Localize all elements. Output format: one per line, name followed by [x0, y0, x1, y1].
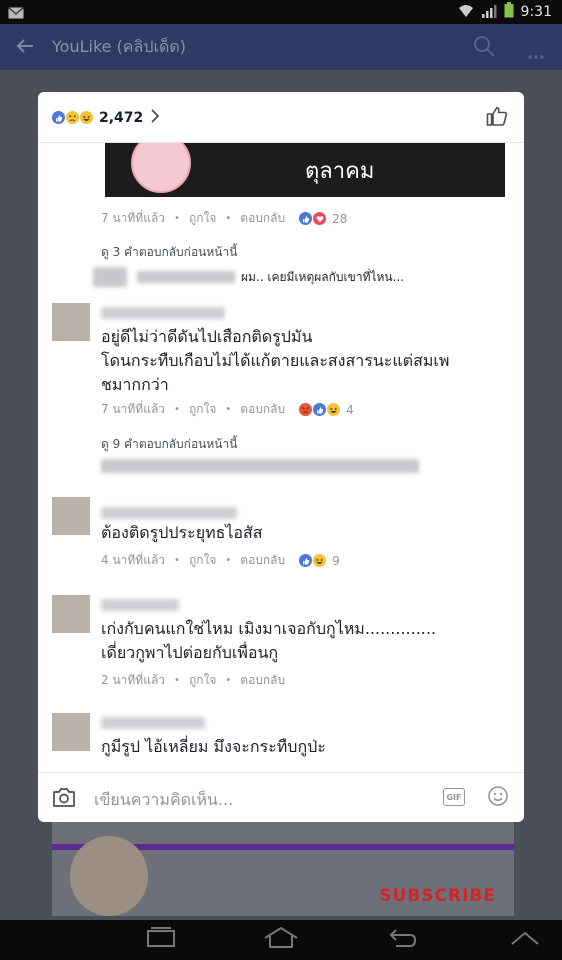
avatar[interactable]: [52, 713, 90, 751]
reply-avatar: [93, 267, 127, 287]
dialog-header: 2,472: [38, 92, 524, 143]
view-previous-replies[interactable]: ดู 3 คำตอบกลับก่อนหน้านี้: [101, 243, 237, 262]
wifi-icon: [458, 3, 474, 22]
comment-meta: 7 นาทีที่แล้ว • ถูกใจ • ตอบกลับ 28: [101, 209, 347, 228]
comment-meta: 2 นาทีที่แล้ว • ถูกใจ • ตอบกลับ: [101, 671, 285, 690]
like-icon: [313, 403, 327, 416]
heart-icon: [313, 212, 327, 225]
comment-time: 7 นาทีที่แล้ว: [101, 402, 166, 416]
like-button[interactable]: [486, 106, 508, 130]
comment-line: เดี่ยวกูพาไปต่อยกับเพื่อนกู: [101, 643, 279, 662]
comment-time: 2 นาทีที่แล้ว: [101, 673, 166, 687]
home-icon[interactable]: [262, 926, 300, 954]
comment-reaction-count: 4: [346, 402, 354, 417]
like-icon: [52, 111, 65, 124]
comment-line: ชมากกว่า: [101, 375, 169, 394]
comment-list: ตุลาคม 7 นาทีที่แล้ว • ถูกใจ • ตอบกลับ 2…: [38, 143, 524, 771]
emoji-icon[interactable]: [487, 785, 509, 811]
page-title: YouLike (คลิปเด็ด): [52, 37, 186, 56]
background-video: SUBSCRIBE: [52, 820, 514, 916]
comment-line: อยู่ดีไม่ว่าดีดันไปเสือกติดรูปมัน: [101, 327, 313, 346]
navigation-bar: [0, 920, 562, 960]
reply-preview[interactable]: [101, 459, 419, 473]
comment-reply-link[interactable]: ตอบกลับ: [240, 671, 285, 690]
haha-icon: [313, 554, 327, 567]
chevron-up-icon[interactable]: [510, 930, 540, 950]
comment-author[interactable]: [101, 307, 225, 319]
comment-meta: 7 นาทีที่แล้ว • ถูกใจ • ตอบกลับ 4: [101, 400, 354, 419]
sticker-caption: ตุลาคม: [305, 159, 375, 184]
comment-line: โดนกระทืบเกือบไม่ได้แก้ตายและสงสารนะแต่ส…: [101, 351, 450, 370]
mail-icon: [8, 4, 24, 23]
back-arrow-icon[interactable]: [16, 38, 34, 58]
avatar[interactable]: [52, 497, 90, 535]
haha-icon: [80, 111, 93, 124]
comment-like-link[interactable]: ถูกใจ: [189, 671, 216, 690]
reply-preview-text: ผม.. เคยมีเหตุผลกับเขาที่ไหน...: [241, 269, 405, 284]
subscribe-label: SUBSCRIBE: [379, 886, 496, 906]
comment-text: เก่งกับคนแกใช่ไหม เมิงมาเจอกับกูไหม.....…: [101, 617, 436, 665]
like-icon: [299, 212, 313, 225]
reaction-count: 2,472: [99, 109, 144, 126]
sticker-image: ตุลาคม: [105, 143, 505, 197]
comment-input[interactable]: [92, 787, 426, 811]
comment-author[interactable]: [101, 507, 237, 519]
avatar[interactable]: [52, 595, 90, 633]
comment-line: กูมีรูป ไอ้เหลี่ยม มึงจะกระทืบกูป่ะ: [101, 737, 326, 756]
like-icon: [299, 554, 313, 567]
avatar[interactable]: [52, 303, 90, 341]
reaction-summary[interactable]: 2,472: [52, 108, 160, 127]
recent-apps-icon[interactable]: [145, 926, 177, 954]
comment-like-link[interactable]: ถูกใจ: [189, 400, 216, 419]
comments-dialog: 2,472 ตุลาคม 7 นาทีที่แล้ว • ถูกใจ • ตอบ…: [38, 92, 524, 822]
haha-icon: [327, 403, 341, 416]
angry-icon: [299, 403, 313, 416]
sticker-character: [131, 143, 191, 193]
comment-text: ต้องติดรูปประยุทธไอสัส: [101, 521, 263, 545]
comment-time: 7 นาทีที่แล้ว: [101, 211, 166, 225]
comment-author[interactable]: [101, 599, 179, 611]
comment-reaction-count: 9: [332, 553, 340, 568]
comment-meta: 4 นาทีที่แล้ว • ถูกใจ • ตอบกลับ 9: [101, 551, 340, 570]
reply-author: [137, 271, 235, 283]
comment-reply-link[interactable]: ตอบกลับ: [240, 551, 285, 570]
reply-preview[interactable]: ผม.. เคยมีเหตุผลกับเขาที่ไหน...: [93, 267, 404, 287]
comment-line: เก่งกับคนแกใช่ไหม เมิงมาเจอกับกูไหม.....…: [101, 619, 437, 638]
comment-time: 4 นาทีที่แล้ว: [101, 553, 166, 567]
more-icon[interactable]: [528, 44, 544, 63]
signal-icon: [481, 3, 497, 22]
chevron-right-icon: [151, 108, 160, 127]
comment-reply-link[interactable]: ตอบกลับ: [240, 209, 285, 228]
status-time: 9:31: [520, 4, 552, 20]
comment-like-link[interactable]: ถูกใจ: [189, 209, 216, 228]
view-previous-replies[interactable]: ดู 9 คำตอบกลับก่อนหน้านี้: [101, 435, 237, 454]
comment-text: กูมีรูป ไอ้เหลี่ยม มึงจะกระทืบกูป่ะ: [101, 735, 326, 759]
reply-preview-blurred: [101, 459, 419, 473]
gif-button[interactable]: GIF: [443, 788, 465, 806]
comment-reaction-count: 28: [332, 211, 348, 226]
app-bar: YouLike (คลิปเด็ด): [0, 24, 562, 70]
comment-line: ต้องติดรูปประยุทธไอสัส: [101, 523, 263, 542]
battery-icon: [504, 2, 514, 22]
comment-like-link[interactable]: ถูกใจ: [189, 551, 216, 570]
pug-image: [70, 836, 148, 916]
back-icon[interactable]: [388, 926, 418, 954]
comment-text: อยู่ดีไม่ว่าดีดันไปเสือกติดรูปมัน โดนกระ…: [101, 325, 449, 397]
search-icon[interactable]: [473, 35, 495, 61]
comment-reply-link[interactable]: ตอบกลับ: [240, 400, 285, 419]
camera-icon[interactable]: [52, 786, 76, 812]
comment-composer: GIF: [38, 772, 524, 822]
sad-icon: [66, 111, 79, 124]
comment-author[interactable]: [101, 717, 205, 729]
status-bar: 9:31: [0, 0, 562, 24]
